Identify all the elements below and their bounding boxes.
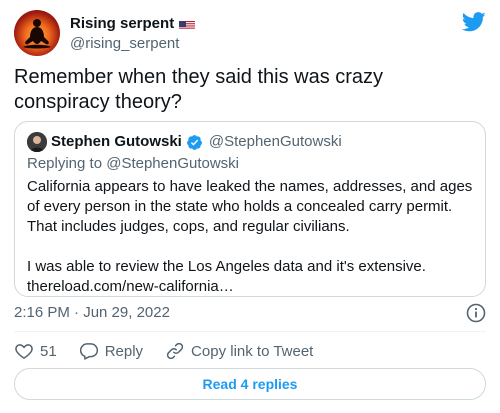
author-name[interactable]: Rising serpent (70, 14, 196, 33)
reply-button[interactable]: Reply (79, 341, 143, 361)
tweet-timestamp[interactable]: 2:16 PM · Jun 29, 2022 (14, 303, 170, 323)
author-handle[interactable]: @rising_serpent (70, 34, 195, 54)
quoted-author-handle: @StephenGutowski (208, 133, 342, 150)
copy-link-button[interactable]: Copy link to Tweet (165, 341, 313, 361)
author-display-name: Rising serpent (70, 15, 175, 32)
heart-icon (15, 344, 33, 359)
quoted-tweet-text: California appears to have leaked the na… (27, 178, 473, 295)
embedded-tweet: Rising serpent @rising_serpent Remember … (0, 0, 500, 413)
tweet-actions: 51 Reply Copy link to Tweet (14, 340, 335, 362)
quoted-author-name: Stephen Gutowski (51, 133, 182, 150)
quoted-tweet[interactable]: Stephen Gutowski @StephenGutowski Replyi… (14, 121, 486, 297)
reply-label: Reply (104, 342, 144, 360)
link-icon (166, 342, 184, 360)
reply-bubble-icon (79, 343, 98, 360)
twitter-bird-icon[interactable] (462, 12, 486, 32)
info-icon[interactable] (466, 303, 486, 323)
quoted-author-avatar (27, 132, 47, 152)
copy-link-label: Copy link to Tweet (191, 342, 314, 360)
divider (14, 331, 486, 332)
like-count: 51 (40, 342, 57, 360)
us-flag-icon (179, 18, 196, 29)
tweet-header: Rising serpent @rising_serpent (14, 10, 486, 58)
read-replies-button[interactable]: Read 4 replies (14, 368, 486, 400)
author-avatar[interactable] (14, 10, 60, 56)
like-button[interactable]: 51 (14, 341, 57, 361)
replying-to: Replying to @StephenGutowski (27, 155, 240, 172)
verified-badge-icon (186, 134, 202, 150)
tweet-text: Remember when they said this was crazy c… (14, 66, 384, 113)
